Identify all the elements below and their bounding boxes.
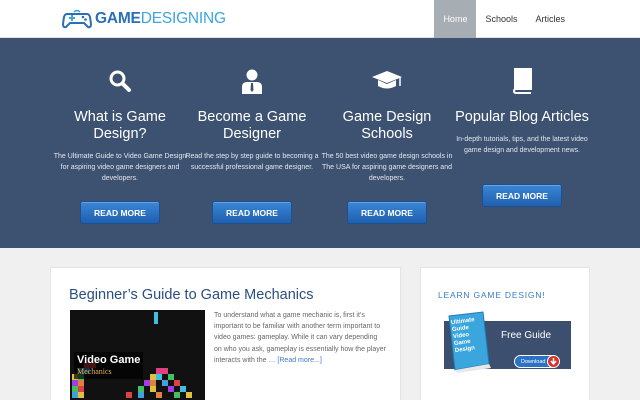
feature-title: Popular Blog Articles — [455, 109, 589, 125]
sidebar-widget: LEARN GAME DESIGN! Ultimate Guide Video … — [420, 267, 590, 400]
read-more-button[interactable]: READ MORE — [212, 201, 292, 224]
read-more-link[interactable]: [Read more...] — [277, 357, 321, 364]
site-logo[interactable]: GAMEDESIGNING — [61, 7, 226, 31]
thumbnail-caption-line2: Mechanics — [77, 367, 112, 376]
feature-description: In-depth tutorials, tips, and the latest… — [456, 136, 588, 154]
post-excerpt: To understand what a game mechanic is, f… — [214, 310, 386, 366]
feature-title: Game Design Schools — [342, 109, 432, 142]
graduation-cap-icon — [319, 66, 455, 96]
download-arrow-icon — [547, 355, 560, 368]
feature-what-is-game-design: What is Game Design? The Ultimate Guide … — [52, 38, 188, 224]
read-more-button[interactable]: READ MORE — [482, 184, 562, 207]
top-navigation-bar: GAMEDESIGNING Home Schools Articles — [0, 0, 640, 38]
feature-description: The 50 best video game design schools in… — [321, 153, 453, 182]
user-icon — [184, 66, 320, 96]
feature-title: What is Game Design? — [74, 109, 166, 142]
thumbnail-caption-line1: Video Game — [77, 354, 141, 366]
hero-features: What is Game Design? The Ultimate Guide … — [0, 38, 640, 248]
main-nav: Home Schools Articles — [434, 0, 574, 38]
nav-schools[interactable]: Schools — [476, 0, 526, 38]
guide-book-icon[interactable]: Ultimate Guide Video Game Design — [443, 310, 495, 374]
nav-home[interactable]: Home — [434, 0, 477, 38]
free-guide-text: Free Guide — [501, 330, 552, 341]
logo-wordmark: GAMEDESIGNING — [95, 8, 226, 30]
gamepad-logo-icon — [61, 8, 93, 30]
search-icon — [52, 66, 188, 96]
feature-popular-blog-articles: Popular Blog Articles In-depth tutorials… — [454, 38, 590, 207]
book-cover-text: Ultimate Guide Video Game Design — [450, 317, 476, 355]
sidebar-title: LEARN GAME DESIGN! — [438, 290, 546, 300]
read-more-button[interactable]: READ MORE — [80, 201, 160, 224]
download-label: Download — [521, 359, 546, 365]
logo-text-game: GAME — [95, 10, 141, 27]
feature-title: Become a Game Designer — [197, 109, 307, 142]
feature-description: Read the step by step guide to becoming … — [185, 153, 319, 171]
feature-become-game-designer: Become a Game Designer Read the step by … — [184, 38, 320, 224]
read-more-button[interactable]: READ MORE — [347, 201, 427, 224]
featured-post: Beginner’s Guide to Game Mechanics Video… — [50, 267, 401, 400]
download-button[interactable]: Download — [514, 355, 560, 368]
post-title[interactable]: Beginner’s Guide to Game Mechanics — [69, 287, 313, 303]
nav-articles[interactable]: Articles — [526, 0, 574, 38]
thumbnail-caption: Video Game Mechanics — [74, 352, 144, 379]
feature-description: The Ultimate Guide to Video Game Design … — [53, 153, 187, 182]
post-thumbnail[interactable]: Video Game Mechanics — [70, 310, 205, 400]
feature-game-design-schools: Game Design Schools The 50 best video ga… — [319, 38, 455, 224]
book-icon — [454, 66, 590, 96]
logo-text-designing: DESIGNING — [140, 10, 226, 27]
